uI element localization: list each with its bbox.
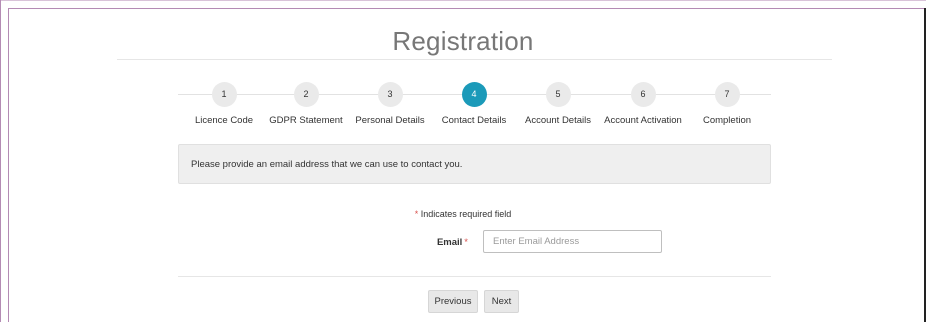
step-number: 6 <box>630 82 656 107</box>
page-title: Registration <box>392 26 534 56</box>
next-button[interactable]: Next <box>484 290 519 313</box>
required-note-text: Indicates required field <box>420 209 512 219</box>
required-star: * <box>414 209 419 219</box>
info-message: Please provide an email address that we … <box>191 159 463 170</box>
email-label: Email * <box>418 237 468 248</box>
step-number: 5 <box>545 82 571 107</box>
step-completion: 7 Completion <box>672 82 782 126</box>
step-number: 1 <box>211 82 237 107</box>
window-frame-top-outer <box>0 0 926 1</box>
info-message-box: Please provide an email address that we … <box>178 144 771 184</box>
step-number: 3 <box>377 82 403 107</box>
previous-button[interactable]: Previous <box>428 290 478 313</box>
form-divider <box>178 276 771 277</box>
step-number-active: 4 <box>461 82 487 107</box>
window-frame-top <box>8 8 926 9</box>
required-field-note: * Indicates required field <box>0 209 926 219</box>
step-number: 2 <box>293 82 319 107</box>
email-input[interactable] <box>483 230 662 253</box>
email-required-star: * <box>464 237 468 248</box>
step-label: Completion <box>702 115 752 126</box>
step-number: 7 <box>714 82 740 107</box>
title-divider <box>117 59 832 60</box>
email-label-text: Email <box>436 237 463 248</box>
